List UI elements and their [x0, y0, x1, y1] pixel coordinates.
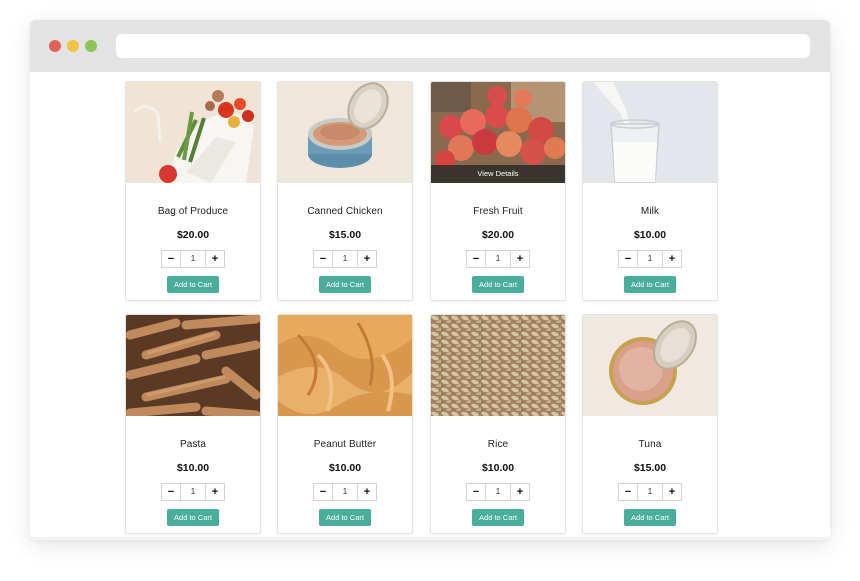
product-card: Pasta $10.00 − 1 + Add to Cart: [125, 314, 261, 534]
view-details-overlay[interactable]: View Details: [431, 165, 565, 183]
product-price: $20.00: [481, 229, 515, 241]
product-name: Peanut Butter: [313, 439, 377, 450]
quantity-stepper: − 1 +: [618, 483, 682, 501]
rice-image[interactable]: [431, 315, 565, 416]
product-card: Bag of Produce $20.00 − 1 + Add to Cart: [125, 81, 261, 301]
fresh-fruit-image[interactable]: View Details: [431, 82, 565, 183]
product-price: $20.00: [176, 229, 210, 241]
product-name: Pasta: [179, 439, 207, 450]
quantity-input[interactable]: 1: [637, 484, 663, 500]
decrease-quantity-button[interactable]: −: [467, 484, 485, 500]
increase-quantity-button[interactable]: +: [511, 484, 529, 500]
quantity-stepper: − 1 +: [161, 483, 225, 501]
increase-quantity-button[interactable]: +: [206, 484, 224, 500]
add-to-cart-button[interactable]: Add to Cart: [624, 509, 676, 526]
quantity-input[interactable]: 1: [485, 484, 511, 500]
window-titlebar: [30, 20, 830, 72]
pasta-image[interactable]: [126, 315, 260, 416]
product-name: Canned Chicken: [307, 206, 383, 217]
product-card: Peanut Butter $10.00 − 1 + Add to Cart: [277, 314, 413, 534]
product-name: Fresh Fruit: [473, 206, 523, 217]
product-price: $10.00: [328, 462, 362, 474]
quantity-stepper: − 1 +: [618, 250, 682, 268]
product-name: Tuna: [638, 439, 662, 450]
product-name: Bag of Produce: [157, 206, 229, 217]
address-bar[interactable]: [116, 34, 810, 58]
quantity-input[interactable]: 1: [637, 251, 663, 267]
decrease-quantity-button[interactable]: −: [314, 484, 332, 500]
close-window-button[interactable]: [49, 40, 61, 52]
maximize-window-button[interactable]: [85, 40, 97, 52]
quantity-input[interactable]: 1: [180, 484, 206, 500]
quantity-input[interactable]: 1: [332, 484, 358, 500]
quantity-input[interactable]: 1: [332, 251, 358, 267]
decrease-quantity-button[interactable]: −: [314, 251, 332, 267]
increase-quantity-button[interactable]: +: [663, 251, 681, 267]
canned-chicken-image[interactable]: [278, 82, 412, 183]
product-name: Milk: [640, 206, 660, 217]
add-to-cart-button[interactable]: Add to Cart: [167, 509, 219, 526]
quantity-stepper: − 1 +: [466, 483, 530, 501]
product-price: $10.00: [481, 462, 515, 474]
decrease-quantity-button[interactable]: −: [619, 484, 637, 500]
increase-quantity-button[interactable]: +: [663, 484, 681, 500]
product-name: Rice: [487, 439, 509, 450]
add-to-cart-button[interactable]: Add to Cart: [319, 276, 371, 293]
product-price: $10.00: [633, 229, 667, 241]
product-price: $15.00: [328, 229, 362, 241]
decrease-quantity-button[interactable]: −: [162, 484, 180, 500]
increase-quantity-button[interactable]: +: [206, 251, 224, 267]
add-to-cart-button[interactable]: Add to Cart: [624, 276, 676, 293]
tuna-image[interactable]: [583, 315, 717, 416]
increase-quantity-button[interactable]: +: [511, 251, 529, 267]
milk-image[interactable]: [583, 82, 717, 183]
add-to-cart-button[interactable]: Add to Cart: [472, 509, 524, 526]
product-card: Tuna $15.00 − 1 + Add to Cart: [582, 314, 718, 534]
product-card: View Details Fresh Fruit $20.00 − 1 + Ad…: [430, 81, 566, 301]
product-card: Canned Chicken $15.00 − 1 + Add to Cart: [277, 81, 413, 301]
product-price: $10.00: [176, 462, 210, 474]
browser-window: Bag of Produce $20.00 − 1 + Add to Cart: [30, 20, 830, 540]
decrease-quantity-button[interactable]: −: [467, 251, 485, 267]
product-card: Rice $10.00 − 1 + Add to Cart: [430, 314, 566, 534]
decrease-quantity-button[interactable]: −: [619, 251, 637, 267]
quantity-input[interactable]: 1: [180, 251, 206, 267]
increase-quantity-button[interactable]: +: [358, 484, 376, 500]
quantity-stepper: − 1 +: [313, 483, 377, 501]
peanut-butter-image[interactable]: [278, 315, 412, 416]
minimize-window-button[interactable]: [67, 40, 79, 52]
quantity-stepper: − 1 +: [161, 250, 225, 268]
product-card: Milk $10.00 − 1 + Add to Cart: [582, 81, 718, 301]
quantity-input[interactable]: 1: [485, 251, 511, 267]
produce-bag-image[interactable]: [126, 82, 260, 183]
decrease-quantity-button[interactable]: −: [162, 251, 180, 267]
add-to-cart-button[interactable]: Add to Cart: [472, 276, 524, 293]
quantity-stepper: − 1 +: [313, 250, 377, 268]
product-price: $15.00: [633, 462, 667, 474]
add-to-cart-button[interactable]: Add to Cart: [319, 509, 371, 526]
add-to-cart-button[interactable]: Add to Cart: [167, 276, 219, 293]
increase-quantity-button[interactable]: +: [358, 251, 376, 267]
page-bottom-edge: [30, 537, 830, 540]
quantity-stepper: − 1 +: [466, 250, 530, 268]
